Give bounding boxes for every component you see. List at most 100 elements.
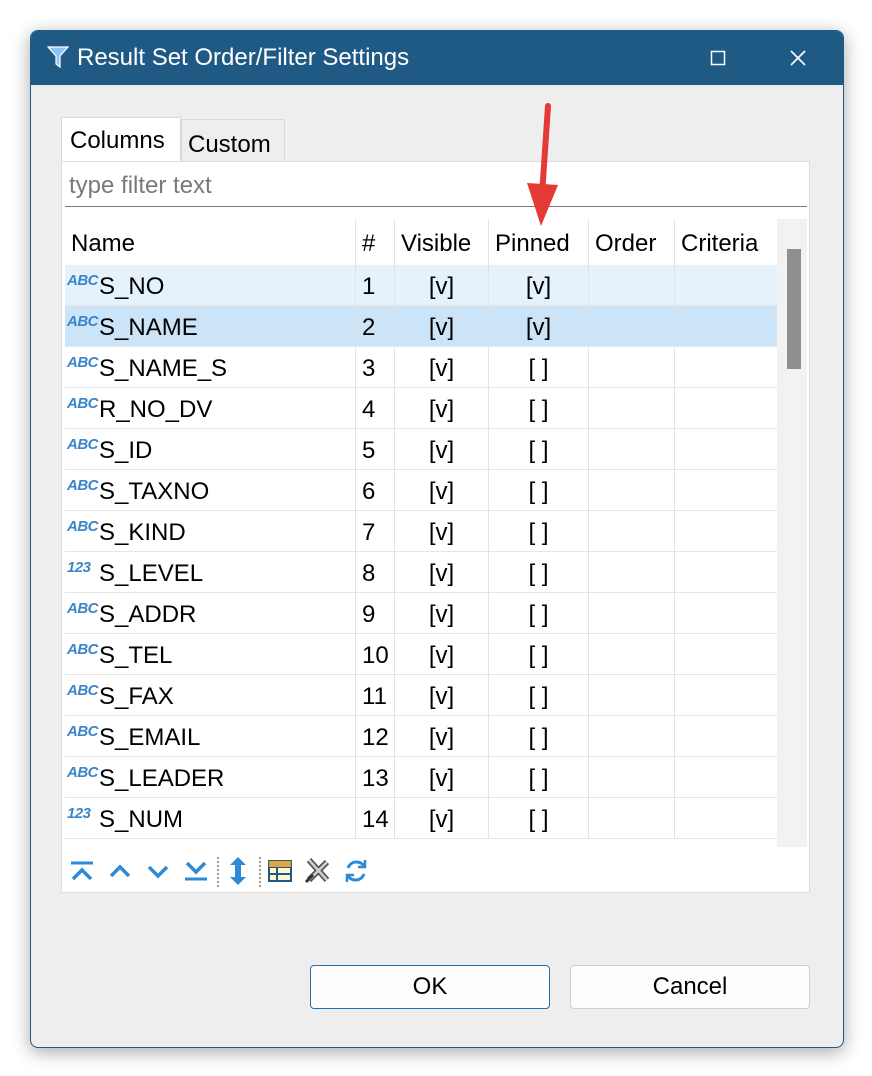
- cell-criteria[interactable]: [675, 306, 779, 347]
- cell-criteria[interactable]: [675, 675, 779, 716]
- cell-pinned-checkbox[interactable]: [ ]: [489, 388, 589, 429]
- ok-button[interactable]: OK: [310, 965, 550, 1009]
- table-row[interactable]: ABC S_NO 1 [v] [v]: [65, 265, 779, 306]
- tab-columns[interactable]: Columns: [61, 117, 181, 161]
- cell-visible-checkbox[interactable]: [v]: [395, 552, 489, 593]
- cell-pinned-checkbox[interactable]: [v]: [489, 306, 589, 347]
- cell-order[interactable]: [589, 716, 675, 757]
- cell-order[interactable]: [589, 552, 675, 593]
- cell-pinned-checkbox[interactable]: [ ]: [489, 470, 589, 511]
- cell-pinned-checkbox[interactable]: [ ]: [489, 716, 589, 757]
- cell-visible-checkbox[interactable]: [v]: [395, 798, 489, 839]
- cell-pinned-checkbox[interactable]: [ ]: [489, 552, 589, 593]
- string-type-icon: ABC: [67, 723, 99, 740]
- cell-visible-checkbox[interactable]: [v]: [395, 716, 489, 757]
- header-order[interactable]: Order: [589, 219, 675, 265]
- cell-visible-checkbox[interactable]: [v]: [395, 388, 489, 429]
- cell-order[interactable]: [589, 757, 675, 798]
- cancel-button[interactable]: Cancel: [570, 965, 810, 1009]
- cell-order[interactable]: [589, 798, 675, 839]
- cell-order[interactable]: [589, 511, 675, 552]
- close-button[interactable]: [768, 31, 828, 85]
- cell-visible-checkbox[interactable]: [v]: [395, 634, 489, 675]
- cell-criteria[interactable]: [675, 634, 779, 675]
- cell-criteria[interactable]: [675, 470, 779, 511]
- move-down-button[interactable]: [141, 853, 175, 889]
- cell-order[interactable]: [589, 347, 675, 388]
- header-criteria[interactable]: Criteria: [675, 219, 779, 265]
- cell-pinned-checkbox[interactable]: [ ]: [489, 511, 589, 552]
- cell-pinned-checkbox[interactable]: [v]: [489, 265, 589, 306]
- table-row[interactable]: ABC S_NAME_S 3 [v][ ]: [65, 347, 779, 388]
- cell-visible-checkbox[interactable]: [v]: [395, 511, 489, 552]
- move-to-top-button[interactable]: [65, 853, 99, 889]
- reset-button[interactable]: [301, 853, 335, 889]
- vertical-scrollbar[interactable]: [777, 219, 807, 847]
- cell-pinned-checkbox[interactable]: [ ]: [489, 798, 589, 839]
- cell-order[interactable]: [589, 675, 675, 716]
- table-config-button[interactable]: [263, 853, 297, 889]
- cell-criteria[interactable]: [675, 716, 779, 757]
- cell-pinned-checkbox[interactable]: [ ]: [489, 429, 589, 470]
- table-config-icon: [268, 860, 292, 882]
- string-type-icon: ABC: [67, 436, 99, 453]
- cell-order[interactable]: [589, 388, 675, 429]
- table-row[interactable]: ABC S_FAX 11 [v][ ]: [65, 675, 779, 716]
- table-row[interactable]: 123 S_LEVEL 8 [v][ ]: [65, 552, 779, 593]
- table-row[interactable]: ABC S_LEADER 13 [v][ ]: [65, 757, 779, 798]
- cell-criteria[interactable]: [675, 429, 779, 470]
- cell-criteria[interactable]: [675, 511, 779, 552]
- table-row[interactable]: ABC S_EMAIL 12 [v][ ]: [65, 716, 779, 757]
- cell-order[interactable]: [589, 306, 675, 347]
- cell-pinned-checkbox[interactable]: [ ]: [489, 593, 589, 634]
- cell-visible-checkbox[interactable]: [v]: [395, 470, 489, 511]
- table-row[interactable]: ABC S_TEL 10 [v][ ]: [65, 634, 779, 675]
- cell-pinned-checkbox[interactable]: [ ]: [489, 347, 589, 388]
- cell-pinned-checkbox[interactable]: [ ]: [489, 757, 589, 798]
- cell-visible-checkbox[interactable]: [v]: [395, 306, 489, 347]
- table-row[interactable]: ABC S_KIND 7 [v][ ]: [65, 511, 779, 552]
- move-up-button[interactable]: [103, 853, 137, 889]
- tab-custom[interactable]: Custom: [181, 119, 285, 161]
- move-to-bottom-button[interactable]: [179, 853, 213, 889]
- cell-order[interactable]: [589, 470, 675, 511]
- table-row[interactable]: ABC S_ID 5 [v][ ]: [65, 429, 779, 470]
- header-visible[interactable]: Visible: [395, 219, 489, 265]
- cell-criteria[interactable]: [675, 552, 779, 593]
- header-pinned[interactable]: Pinned: [489, 219, 589, 265]
- cell-order[interactable]: [589, 265, 675, 306]
- cell-pinned-checkbox[interactable]: [ ]: [489, 675, 589, 716]
- cell-pinned-checkbox[interactable]: [ ]: [489, 634, 589, 675]
- auto-size-button[interactable]: [221, 853, 255, 889]
- cell-criteria[interactable]: [675, 593, 779, 634]
- table-row[interactable]: ABC S_ADDR 9 [v][ ]: [65, 593, 779, 634]
- table-row[interactable]: ABC R_NO_DV 4 [v][ ]: [65, 388, 779, 429]
- table-row[interactable]: ABC S_TAXNO 6 [v][ ]: [65, 470, 779, 511]
- cell-criteria[interactable]: [675, 265, 779, 306]
- maximize-button[interactable]: [688, 31, 748, 85]
- cell-order[interactable]: [589, 634, 675, 675]
- table-row[interactable]: ABC S_NAME 2 [v] [v]: [65, 306, 779, 347]
- cell-visible-checkbox[interactable]: [v]: [395, 429, 489, 470]
- header-name[interactable]: Name: [65, 219, 356, 265]
- columns-table: Name # Visible Pinned Order Criteria ABC…: [65, 219, 807, 847]
- cell-visible-checkbox[interactable]: [v]: [395, 265, 489, 306]
- cell-number: 13: [356, 757, 395, 798]
- cell-visible-checkbox[interactable]: [v]: [395, 593, 489, 634]
- cell-visible-checkbox[interactable]: [v]: [395, 347, 489, 388]
- header-number[interactable]: #: [356, 219, 395, 265]
- cell-visible-checkbox[interactable]: [v]: [395, 675, 489, 716]
- cell-criteria[interactable]: [675, 798, 779, 839]
- cell-visible-checkbox[interactable]: [v]: [395, 757, 489, 798]
- scrollbar-thumb[interactable]: [787, 249, 801, 369]
- cell-name: ABC S_NAME_S: [65, 347, 356, 388]
- table-row[interactable]: 123 S_NUM 14 [v][ ]: [65, 798, 779, 839]
- column-name: S_NAME: [99, 314, 198, 341]
- filter-input[interactable]: [65, 165, 807, 207]
- refresh-button[interactable]: [339, 853, 373, 889]
- cell-criteria[interactable]: [675, 347, 779, 388]
- cell-order[interactable]: [589, 593, 675, 634]
- cell-criteria[interactable]: [675, 757, 779, 798]
- cell-order[interactable]: [589, 429, 675, 470]
- cell-criteria[interactable]: [675, 388, 779, 429]
